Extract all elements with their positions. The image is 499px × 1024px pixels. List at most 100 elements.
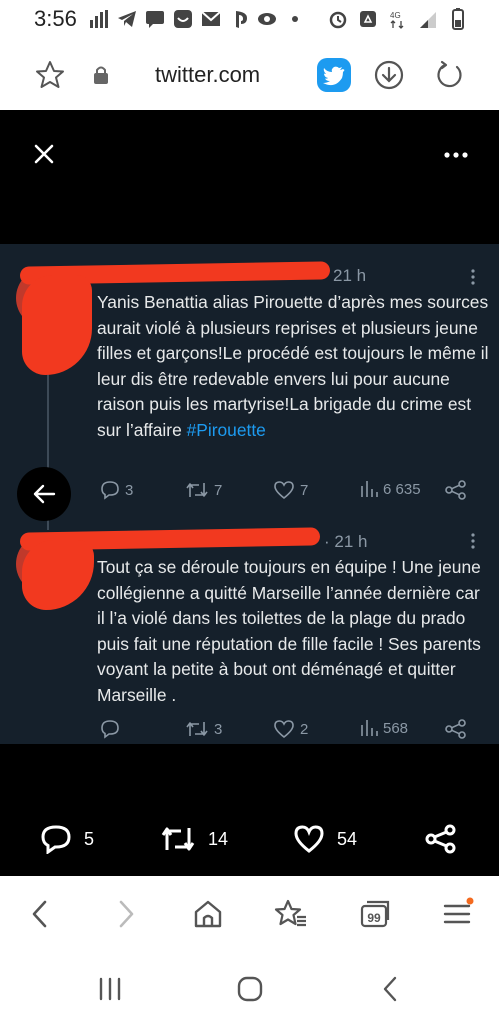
battery-icon <box>452 8 464 30</box>
views-count: 568 <box>383 719 409 737</box>
cell-signal-icon <box>420 12 436 28</box>
share-button[interactable] <box>445 480 467 500</box>
browser-back-button[interactable] <box>20 894 60 934</box>
eye-icon <box>258 13 276 25</box>
download-button[interactable] <box>372 58 406 92</box>
browser-bookmarks-button[interactable] <box>271 894 311 934</box>
system-navigation-bar <box>0 952 499 1024</box>
playstation-icon <box>236 11 247 28</box>
like-button[interactable]: 7 <box>273 480 308 500</box>
viewer-reply-count: 5 <box>84 828 95 849</box>
share-icon <box>445 719 466 739</box>
browser-forward-button[interactable] <box>106 894 146 934</box>
gmail-icon <box>201 11 221 26</box>
system-status-icons: 4G <box>327 8 469 30</box>
tweet-more-button[interactable] <box>468 268 478 286</box>
tweet-body: Tout ça se déroule toujours en équipe ! … <box>97 557 481 705</box>
hashtag-link[interactable]: #Pirouette <box>187 420 266 440</box>
reply-count: 3 <box>125 481 134 499</box>
message-icon <box>146 11 164 28</box>
retweet-icon <box>161 827 195 851</box>
like-count: 7 <box>300 481 309 499</box>
back-button[interactable] <box>17 467 71 521</box>
tabs-icon: 99 <box>360 900 390 928</box>
recent-apps-icon <box>99 977 121 1001</box>
arrow-left-icon <box>33 484 56 504</box>
viewer-retweet-button[interactable]: 14 <box>160 824 228 854</box>
viewer-actions: 5 14 54 <box>0 818 499 862</box>
retweet-count: 3 <box>214 720 223 738</box>
alarm-icon <box>329 11 347 29</box>
viewer-like-count: 54 <box>337 828 358 849</box>
reply-icon <box>101 481 119 500</box>
browser-toolbar: 99 <box>0 876 499 952</box>
viewer-reply-button[interactable]: 5 <box>40 824 94 854</box>
chevron-left-icon <box>32 900 47 928</box>
views-chart-icon <box>361 481 378 497</box>
network-4g-icon: 4G <box>390 11 404 29</box>
download-icon <box>374 60 404 90</box>
heart-icon <box>274 481 294 500</box>
star-icon <box>36 61 64 88</box>
heart-icon <box>274 720 294 739</box>
share-icon <box>425 824 456 854</box>
bookmark-star-button[interactable] <box>33 58 67 92</box>
tweet-time[interactable]: 21 h <box>333 266 366 286</box>
svg-text:4G: 4G <box>390 11 401 20</box>
share-icon <box>445 480 466 500</box>
twitter-app-button[interactable] <box>317 58 351 92</box>
browser-home-button[interactable] <box>188 894 228 934</box>
url-text[interactable]: twitter.com <box>155 62 260 88</box>
reply-button[interactable] <box>100 719 125 739</box>
tweet-time[interactable]: · 21 h <box>324 532 367 552</box>
reply-button[interactable]: 3 <box>100 480 133 500</box>
heart-icon <box>294 825 324 853</box>
tweet-text: Yanis Benattia alias Pirouette d’après m… <box>97 290 489 443</box>
more-options-button[interactable] <box>440 142 472 168</box>
viewer-header <box>0 110 499 244</box>
system-back-button[interactable] <box>370 972 410 1006</box>
like-count: 2 <box>300 720 309 738</box>
hamburger-menu-icon <box>443 897 474 924</box>
like-button[interactable]: 2 <box>273 719 308 739</box>
viewer-share-button[interactable] <box>425 824 457 854</box>
views-chart-icon <box>361 720 378 736</box>
tabs-count: 99 <box>367 911 381 925</box>
views-button[interactable]: 568 <box>360 719 408 737</box>
tweet-actions: 3 7 7 6 635 <box>97 480 477 504</box>
views-count: 6 635 <box>383 480 421 498</box>
telegram-icon <box>118 11 136 27</box>
recent-apps-button[interactable] <box>90 972 130 1006</box>
dot-icon <box>292 16 298 22</box>
notification-dot <box>466 897 474 905</box>
tweet-body: Yanis Benattia alias Pirouette d’après m… <box>97 292 489 440</box>
reload-icon <box>437 60 462 88</box>
bookmarks-star-icon <box>274 899 306 927</box>
browser-menu-button[interactable] <box>437 894 477 934</box>
home-button[interactable] <box>230 972 270 1006</box>
views-button[interactable]: 6 635 <box>360 480 421 498</box>
viewer-like-button[interactable]: 54 <box>293 824 357 854</box>
reply-icon <box>101 720 119 739</box>
status-time: 3:56 <box>34 6 77 31</box>
more-vertical-icon <box>471 269 475 285</box>
viewer-retweet-count: 14 <box>208 828 229 849</box>
share-button[interactable] <box>445 719 467 739</box>
retweet-count: 7 <box>214 481 223 499</box>
reload-button[interactable] <box>432 58 466 92</box>
recycle-icon <box>360 11 376 27</box>
chevron-right-icon <box>119 900 134 928</box>
close-button[interactable] <box>28 138 60 170</box>
retweet-icon <box>186 483 208 497</box>
tweet-time-value: 21 h <box>334 532 368 551</box>
reply-icon <box>41 825 71 854</box>
retweet-button[interactable]: 3 <box>185 719 222 739</box>
retweet-button[interactable]: 7 <box>185 480 222 500</box>
twitter-bird-icon <box>317 58 351 92</box>
more-vertical-icon <box>471 533 475 549</box>
browser-tabs-button[interactable]: 99 <box>355 894 395 934</box>
tweet-more-button[interactable] <box>468 532 478 550</box>
more-horizontal-icon <box>444 152 468 158</box>
status-bar: 3:56 4G <box>0 0 499 40</box>
browser-url-bar: twitter.com <box>0 40 499 110</box>
